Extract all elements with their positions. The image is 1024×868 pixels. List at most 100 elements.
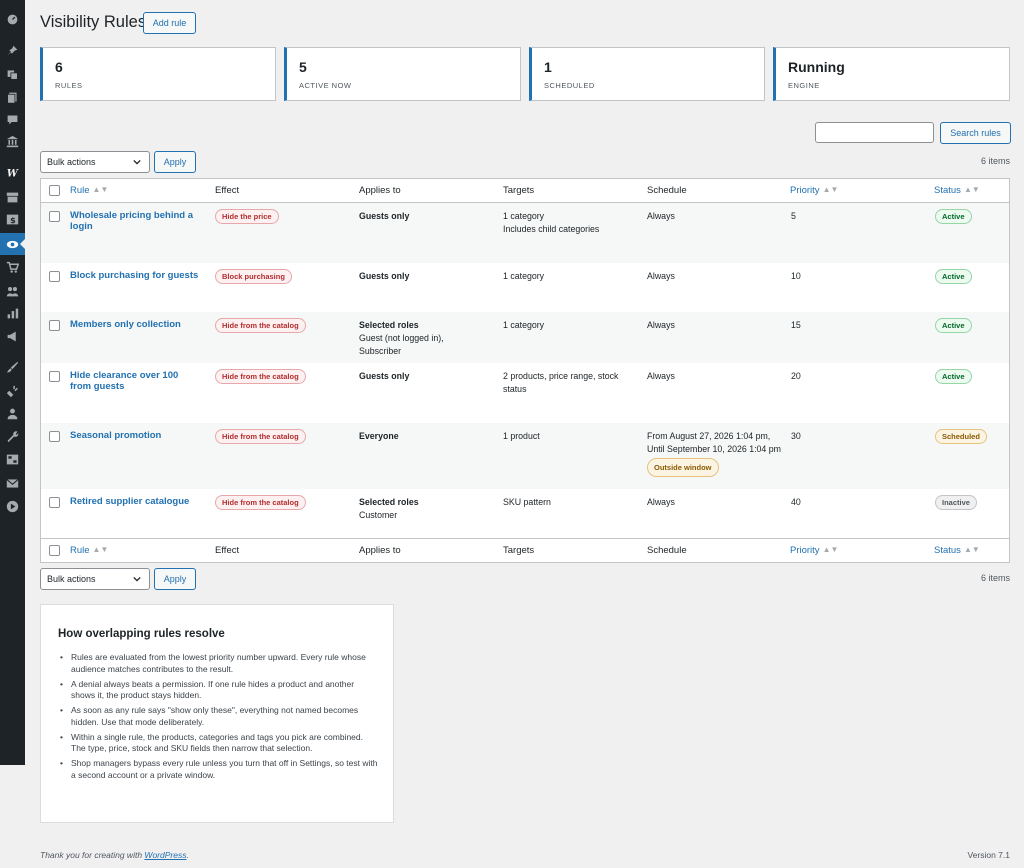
select-all-checkbox-bottom[interactable] [49,545,60,556]
table-row: Hide clearance over 100 from guests Hide… [41,363,1009,423]
priority: 20 [791,371,801,381]
column-rule[interactable]: Rule ▲▼ [70,185,108,196]
priority: 10 [791,271,801,281]
help-item: Within a single rule, the products, cate… [60,732,378,755]
stat-card-engine: Running Engine [773,47,1010,101]
effect-badge: Hide from the catalog [215,429,306,444]
tools-icon[interactable] [0,425,25,447]
stat-card-active: 5 Active now [284,47,521,101]
status-badge: Active [935,318,972,333]
applies-to: Guests only [359,371,410,381]
help-list: Rules are evaluated from the lowest prio… [60,652,378,785]
row-checkbox[interactable] [49,320,60,331]
rule-name-link[interactable]: Hide clearance over 100 from guests [70,370,195,392]
table-row: Seasonal promotion Hide from the catalog… [41,423,1009,489]
column-schedule-footer: Schedule [647,545,687,556]
table-row: Block purchasing for guests Block purcha… [41,263,1009,312]
plugins-icon[interactable] [0,380,25,402]
rules-table: Rule ▲▼ Effect Applies to Targets Schedul… [40,178,1010,563]
priority: 30 [791,431,801,441]
payments-icon[interactable]: $ [0,208,25,230]
marketing-icon[interactable] [0,325,25,347]
play-icon[interactable] [0,495,25,517]
add-rule-button[interactable]: Add rule [143,12,196,34]
schedule: Always [647,211,675,221]
row-checkbox[interactable] [49,431,60,442]
settings-icon[interactable] [0,448,25,470]
help-title: How overlapping rules resolve [58,628,225,640]
row-checkbox[interactable] [49,211,60,222]
column-schedule: Schedule [647,185,687,196]
column-status[interactable]: Status ▲▼ [934,185,980,196]
rule-name-link[interactable]: Seasonal promotion [70,430,205,441]
bulk-actions-select-bottom[interactable]: Bulk actions [40,568,150,590]
schedule: Always [647,320,675,330]
users-icon[interactable] [0,402,25,424]
help-item: A denial always beats a permission. If o… [60,679,378,702]
search-rules-button[interactable]: Search rules [940,122,1011,144]
column-priority-footer[interactable]: Priority ▲▼ [790,545,838,556]
applies-to: Selected roles Customer [359,497,419,520]
column-rule-footer[interactable]: Rule ▲▼ [70,545,108,556]
status-badge: Active [935,369,972,384]
apply-button-bottom[interactable]: Apply [154,568,196,590]
sort-icon: ▲▼ [92,545,109,554]
priority: 40 [791,497,801,507]
analytics-icon[interactable] [0,302,25,324]
stat-value: 5 [299,59,307,75]
help-item: As soon as any rule says "show only thes… [60,705,378,728]
effect-badge: Block purchasing [215,269,292,284]
schedule: From August 27, 2026 1:04 pm, Until Sept… [647,430,782,477]
footer-version: Version 7.1 [967,850,1010,860]
sort-icon: ▲▼ [822,545,839,554]
archive-icon[interactable] [0,186,25,208]
media-icon[interactable] [0,63,25,85]
customers-icon[interactable] [0,280,25,302]
woo-icon[interactable]: W [0,161,25,183]
targets: 1 product [503,431,540,441]
row-checkbox[interactable] [49,497,60,508]
items-count-top: 6 items [980,156,1010,166]
column-effect-footer: Effect [215,545,240,556]
wordpress-link[interactable]: WordPress [144,850,186,860]
visibility-icon[interactable] [0,233,25,255]
targets: 2 products, price range, stock status [503,371,619,394]
page-title: Visibility Rules [40,13,147,31]
stat-label: Scheduled [544,81,595,90]
column-status-footer[interactable]: Status ▲▼ [934,545,980,556]
bulk-actions-value: Bulk actions [47,157,96,167]
pages-icon[interactable] [0,86,25,108]
select-all-checkbox[interactable] [49,185,60,196]
svg-text:$: $ [10,214,16,224]
column-priority[interactable]: Priority ▲▼ [790,185,838,196]
sort-icon: ▲▼ [963,185,980,194]
rule-name-link[interactable]: Block purchasing for guests [70,270,210,281]
table-row: Wholesale pricing behind a login Hide th… [41,203,1009,263]
column-effect: Effect [215,185,240,196]
appearance-icon[interactable] [0,356,25,378]
status-badge: Inactive [935,495,977,510]
outside-window-badge: Outside window [647,458,719,477]
effect-badge: Hide from the catalog [215,369,306,384]
chevron-down-icon [133,576,141,582]
dashboard-icon[interactable] [0,8,25,30]
rule-name-link[interactable]: Members only collection [70,319,205,330]
pin-icon[interactable] [0,39,25,61]
cart-icon[interactable] [0,256,25,278]
applies-to: Everyone [359,431,399,441]
rule-name-link[interactable]: Wholesale pricing behind a login [70,210,205,232]
search-input[interactable] [815,122,934,143]
schedule: Always [647,271,675,281]
rule-name-link[interactable]: Retired supplier catalogue [70,496,210,507]
row-checkbox[interactable] [49,271,60,282]
apply-button-top[interactable]: Apply [154,151,196,173]
chevron-down-icon [133,159,141,165]
bulk-actions-select-top[interactable]: Bulk actions [40,151,150,173]
table-row: Retired supplier catalogue Hide from the… [41,489,1009,538]
comments-icon[interactable] [0,108,25,130]
admin-sidebar: W $ [0,0,25,765]
row-checkbox[interactable] [49,371,60,382]
mail-icon[interactable] [0,472,25,494]
store-icon[interactable] [0,130,25,152]
targets: 1 category [503,320,545,330]
